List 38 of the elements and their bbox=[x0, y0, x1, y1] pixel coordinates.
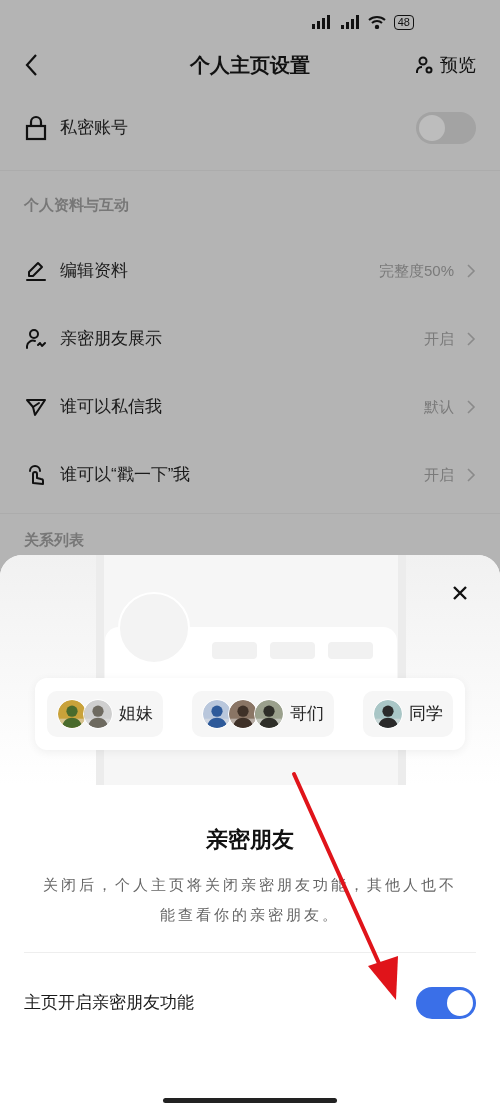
lock-icon bbox=[24, 114, 48, 141]
settings-row[interactable]: 谁可以私信我 默认 bbox=[0, 373, 500, 441]
row-label: 亲密朋友展示 bbox=[60, 328, 162, 351]
battery-indicator: 48 bbox=[393, 14, 414, 30]
settings-row[interactable]: 亲密朋友展示 开启 bbox=[0, 305, 500, 373]
page-title: 个人主页设置 bbox=[190, 53, 310, 78]
settings-row[interactable]: 编辑资料 完整度50% bbox=[0, 237, 500, 305]
close-icon bbox=[453, 586, 467, 600]
row-value: 开启 bbox=[424, 328, 454, 349]
toggle-switch[interactable] bbox=[416, 986, 476, 1019]
row-label: 私密账号 bbox=[60, 116, 128, 139]
chevron-right-icon bbox=[466, 399, 476, 415]
person-icon bbox=[24, 327, 48, 351]
group-label: 姐妹 bbox=[119, 703, 153, 726]
signal-icon bbox=[309, 15, 332, 29]
toggle-switch[interactable] bbox=[416, 111, 476, 144]
back-icon[interactable] bbox=[24, 53, 38, 77]
group-label: 同学 bbox=[409, 703, 443, 726]
group-label: 哥们 bbox=[290, 703, 324, 726]
settings-row[interactable]: 谁可以“戳一下”我 开启 bbox=[0, 441, 500, 509]
row-label: 编辑资料 bbox=[60, 260, 128, 283]
preview-button[interactable]: 预览 bbox=[414, 51, 476, 79]
row-label: 谁可以私信我 bbox=[60, 396, 162, 419]
section-heading: 关系列表 bbox=[24, 531, 84, 548]
chevron-right-icon bbox=[466, 331, 476, 347]
chevron-right-icon bbox=[466, 263, 476, 279]
row-value: 默认 bbox=[424, 396, 454, 417]
signal-icon bbox=[339, 15, 360, 29]
sheet-title: 亲密朋友 bbox=[206, 826, 294, 854]
person-icon bbox=[414, 55, 434, 75]
wifi-icon bbox=[367, 15, 386, 29]
chevron-right-icon bbox=[466, 467, 476, 483]
row-value: 开启 bbox=[424, 464, 454, 485]
section-heading: 个人资料与互动 bbox=[24, 196, 129, 213]
pencil-icon bbox=[24, 259, 48, 283]
toggle-label: 主页开启亲密朋友功能 bbox=[24, 991, 194, 1014]
row-label: 谁可以“戳一下”我 bbox=[60, 464, 191, 487]
row-value: 完整度50% bbox=[378, 260, 454, 281]
